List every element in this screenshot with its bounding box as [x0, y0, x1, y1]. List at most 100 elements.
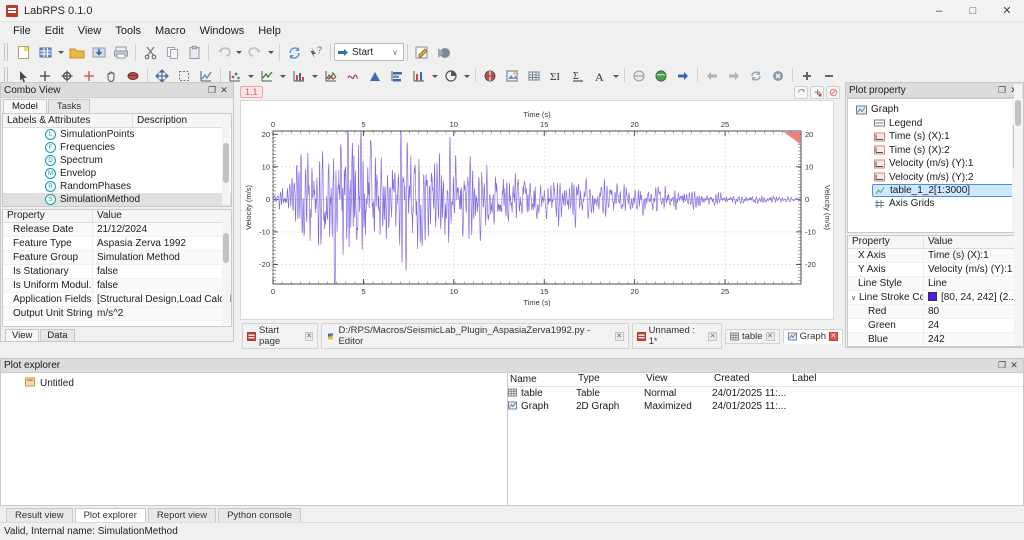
property-value[interactable]: Time (s) (X):1	[924, 249, 1021, 262]
chevron-down-icon[interactable]: ∨	[389, 48, 401, 57]
menu-tools[interactable]: Tools	[108, 24, 148, 38]
property-row-feature-group[interactable]: Feature Group Simulation Method	[3, 251, 231, 265]
save-icon[interactable]	[88, 42, 110, 63]
table-dropdown-icon[interactable]	[56, 42, 66, 63]
plot-property-row-line-style[interactable]: Line Style Line	[848, 277, 1021, 291]
tab-editor[interactable]: D:/RPS/Macros/SeismicLab_Plugin_AspasiaZ…	[321, 323, 629, 349]
plot-explorer-root-item[interactable]: Untitled	[1, 376, 507, 390]
new-table-icon[interactable]	[34, 42, 56, 63]
property-editor-scrollbar[interactable]	[222, 211, 230, 325]
tab-close-icon[interactable]: ✕	[708, 331, 717, 341]
property-value[interactable]: 80	[924, 305, 1021, 318]
tab-result-view[interactable]: Result view	[6, 508, 73, 522]
plot-tree-item-time-x2[interactable]: Time (s) (X):2	[848, 144, 1021, 158]
undo-icon[interactable]	[212, 42, 234, 63]
tree-item-simulationmethod[interactable]: S SimulationMethod	[3, 193, 231, 206]
toolbar-grip[interactable]	[4, 43, 10, 61]
tab-model[interactable]: Model	[3, 99, 47, 113]
property-value[interactable]: 21/12/2024	[93, 223, 231, 236]
property-row-release-date[interactable]: Release Date 21/12/2024	[3, 223, 231, 237]
plot-property-tree[interactable]: Graph Legend Time (s) (X):1 Time (s) (X)…	[847, 98, 1022, 233]
plot-property-row-red[interactable]: Red 80	[848, 305, 1021, 319]
redo-icon[interactable]	[244, 42, 266, 63]
plot-tree-item-velocity-y1[interactable]: Velocity (m/s) (Y):1	[848, 157, 1021, 171]
plot-property-row-green[interactable]: Green 24	[848, 319, 1021, 333]
redo-dropdown-icon[interactable]	[266, 42, 276, 63]
plot-tree-item-graph[interactable]: Graph	[848, 103, 1021, 117]
add-plot-icon[interactable]	[810, 85, 824, 99]
tab-close-icon[interactable]: ✕	[765, 331, 775, 341]
tab-start-page[interactable]: Start page ✕	[242, 323, 319, 349]
close-button[interactable]: ✕	[990, 0, 1024, 22]
property-value[interactable]: false	[93, 265, 231, 278]
tab-python-console[interactable]: Python console	[218, 508, 302, 522]
edit-macro-icon[interactable]	[411, 42, 433, 63]
plot-property-editor[interactable]: Property Value X Axis Time (s) (X):1 Y A…	[847, 84, 1022, 347]
minimize-button[interactable]: –	[922, 0, 956, 22]
menu-edit[interactable]: Edit	[38, 24, 71, 38]
property-row-application-fields[interactable]: Application Fields [Structural Design,Lo…	[3, 293, 231, 307]
tab-tasks[interactable]: Tasks	[47, 99, 91, 113]
expand-arrow-icon[interactable]: ∨	[851, 294, 859, 302]
property-value[interactable]: Aspasia Zerva 1992	[93, 237, 231, 250]
whats-this-icon[interactable]: ?	[305, 42, 327, 63]
tab-graph[interactable]: Graph ✕	[782, 328, 843, 344]
execute-macro-icon[interactable]	[433, 42, 455, 63]
combo-view-float-button[interactable]: ❐	[206, 84, 218, 97]
property-value[interactable]: m/s^2	[93, 307, 231, 320]
tree-item-frequencies[interactable]: F Frequencies	[3, 141, 231, 154]
cut-icon[interactable]	[139, 42, 161, 63]
menu-view[interactable]: View	[71, 24, 109, 38]
maximize-button[interactable]: □	[956, 0, 990, 22]
property-value[interactable]: Line	[924, 277, 1021, 290]
plot-tree-item-legend[interactable]: Legend	[848, 117, 1021, 131]
plot-explorer-close-button[interactable]: ✕	[1008, 359, 1020, 372]
copy-icon[interactable]	[161, 42, 183, 63]
combo-view-close-button[interactable]: ✕	[218, 84, 230, 97]
property-row-is-uniform-modulated[interactable]: Is Uniform Modul... false	[3, 279, 231, 293]
tab-view[interactable]: View	[5, 329, 40, 341]
tab-close-icon[interactable]: ✕	[614, 331, 624, 341]
refresh-plot-icon[interactable]	[794, 85, 808, 99]
open-folder-icon[interactable]	[66, 42, 88, 63]
property-value[interactable]: Simulation Method	[93, 251, 231, 264]
plot-tree-item-velocity-y2[interactable]: Velocity (m/s) (Y):2	[848, 171, 1021, 185]
plot-explorer-tree[interactable]: Untitled	[1, 373, 508, 505]
property-value[interactable]: 24	[924, 319, 1021, 332]
table-row[interactable]: Graph 2D Graph Maximized 24/01/2025 11:.…	[508, 400, 1023, 413]
tree-item-simulationpoints[interactable]: L SimulationPoints	[3, 128, 231, 141]
property-value[interactable]: 242	[924, 333, 1021, 346]
menu-windows[interactable]: Windows	[193, 24, 252, 38]
color-swatch[interactable]	[928, 292, 937, 301]
tree-item-envelop[interactable]: M Envelop	[3, 167, 231, 180]
tree-item-randomphases[interactable]: R RandomPhases	[3, 180, 231, 193]
tab-unnamed[interactable]: Unnamed : 1* ✕	[631, 323, 722, 349]
tab-close-icon[interactable]: ✕	[304, 331, 314, 341]
tab-data[interactable]: Data	[40, 329, 75, 341]
menu-macro[interactable]: Macro	[148, 24, 193, 38]
property-value[interactable]: [Structural Design,Load Calcula...	[93, 293, 231, 306]
refresh-icon[interactable]	[283, 42, 305, 63]
workbench-selector[interactable]: Start ∨	[334, 43, 404, 61]
plot-property-scrollbar[interactable]	[1014, 84, 1022, 346]
print-icon[interactable]	[110, 42, 132, 63]
new-document-icon[interactable]	[12, 42, 34, 63]
undo-dropdown-icon[interactable]	[234, 42, 244, 63]
paste-icon[interactable]	[183, 42, 205, 63]
plot-tree-item-axis-grids[interactable]: Axis Grids	[848, 197, 1021, 211]
menu-file[interactable]: File	[6, 24, 38, 38]
plot-tree-item-time-x1[interactable]: Time (s) (X):1	[848, 130, 1021, 144]
plot-property-row-blue[interactable]: Blue 242	[848, 333, 1021, 346]
plot-property-row-x-axis[interactable]: X Axis Time (s) (X):1	[848, 249, 1021, 263]
property-row-output-unit-string[interactable]: Output Unit String m/s^2	[3, 307, 231, 321]
table-row[interactable]: table Table Normal 24/01/2025 11:...	[508, 387, 1023, 400]
plot-property-float-button[interactable]: ❐	[996, 84, 1008, 97]
property-row-is-stationary[interactable]: Is Stationary false	[3, 265, 231, 279]
property-value[interactable]: Velocity (m/s) (Y):1	[924, 263, 1021, 276]
tab-table[interactable]: table ✕	[724, 328, 780, 344]
property-editor[interactable]: Property Value Release Date 21/12/2024 F…	[2, 209, 232, 327]
plot-tree-item-curve[interactable]: table_1_2[1:3000]	[872, 184, 1017, 197]
tab-plot-explorer[interactable]: Plot explorer	[74, 508, 146, 522]
plot-property-row-line-stroke-color[interactable]: ∨Line Stroke Col... [80, 24, 242] (2...	[848, 291, 1021, 305]
plot-explorer-table[interactable]: Name Type View Created Label table Table…	[508, 373, 1023, 505]
